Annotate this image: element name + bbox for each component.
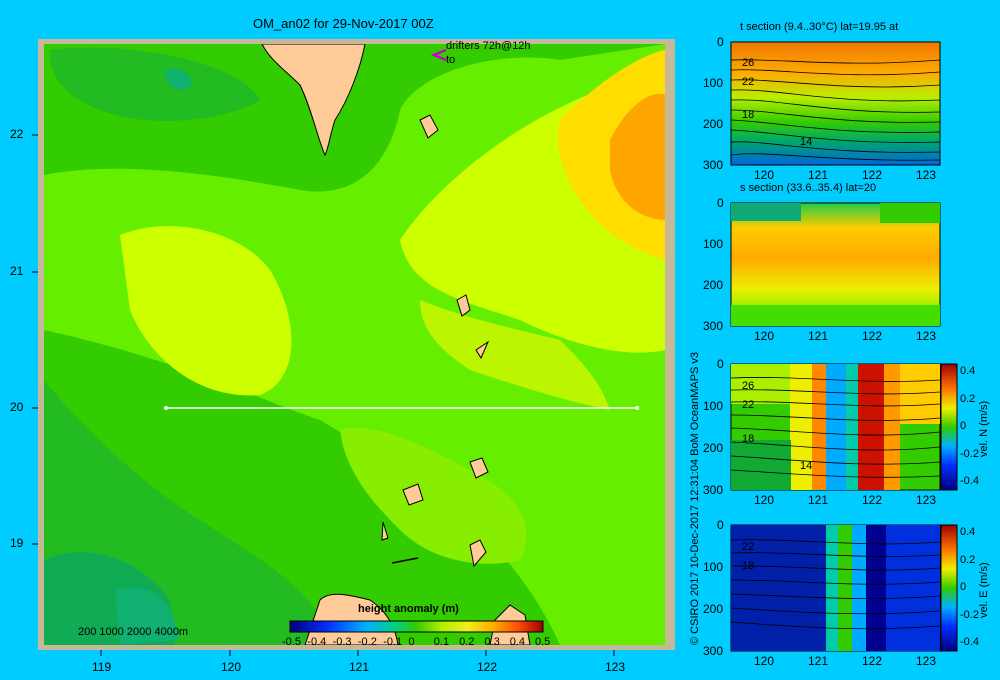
velocity-colorbar-tick-label: -0.2 [960, 608, 979, 621]
depth-tick-label: 200 [703, 441, 724, 455]
contour-label: 26 [742, 57, 755, 70]
section-lon-tick-label: 123 [916, 493, 937, 507]
section-title: s section (33.6..35.4) lat=20 [740, 182, 877, 194]
contour-label: 18 [742, 559, 755, 572]
velocity-colorbar-tick-label: 0.4 [960, 526, 976, 538]
vel-n-colorbar [940, 363, 958, 491]
section-title: t section (9.4..30°C) lat=19.95 at [740, 21, 899, 33]
contour-label: 22 [742, 75, 755, 88]
section-lon-tick-label: 120 [754, 168, 775, 182]
section-lon-tick-label: 120 [754, 493, 775, 507]
section-lon-tick-label: 122 [862, 329, 883, 343]
velocity-colorbar-tick-label: 0.2 [960, 392, 976, 405]
depth-tick-label: 300 [703, 644, 724, 658]
section-lon-tick-label: 121 [808, 168, 829, 182]
depth-tick-label: 0 [717, 518, 724, 532]
velocity-colorbar-tick-label: -0.4 [960, 636, 979, 648]
section-lon-tick-label: 120 [754, 654, 775, 668]
depth-tick-label: 0 [717, 35, 724, 49]
section-lon-tick-label: 120 [754, 329, 775, 343]
section-lon-tick-label: 123 [916, 329, 937, 343]
depth-tick-label: 300 [703, 158, 724, 172]
contour-label: 26 [742, 379, 755, 392]
section-lon-tick-label: 121 [808, 493, 829, 507]
depth-tick-label: 200 [703, 602, 724, 616]
velocity-colorbar-label: vel. N (m/s) [978, 400, 990, 457]
depth-tick-label: 0 [717, 357, 724, 371]
temperature-section-plot [730, 41, 941, 166]
east-velocity-section-plot [730, 524, 941, 652]
depth-tick-label: 100 [703, 399, 724, 413]
depth-tick-label: 100 [703, 237, 724, 251]
section-lon-tick-label: 123 [916, 168, 937, 182]
section-lon-tick-label: 121 [808, 654, 829, 668]
section-lon-tick-label: 121 [808, 329, 829, 343]
velocity-colorbar-tick-label: -0.2 [960, 447, 979, 460]
velocity-colorbar-label: vel. E (m/s) [978, 562, 990, 618]
contour-label: 18 [742, 108, 755, 121]
velocity-colorbar-tick-label: 0 [960, 581, 967, 593]
section-lon-tick-label: 123 [916, 654, 937, 668]
section-panels [730, 41, 958, 652]
depth-tick-label: 300 [703, 483, 724, 497]
depth-tick-label: 100 [703, 560, 724, 574]
contour-label: 14 [800, 135, 813, 148]
contour-label: 14 [800, 460, 813, 473]
depth-tick-label: 100 [703, 76, 724, 90]
depth-tick-label: 300 [703, 319, 724, 333]
contour-label: 22 [742, 540, 755, 553]
depth-tick-label: 200 [703, 117, 724, 131]
velocity-colorbar-tick-label: -0.4 [960, 475, 979, 487]
velocity-colorbar-tick-label: 0 [960, 420, 967, 432]
section-lon-tick-label: 122 [862, 168, 883, 182]
section-lon-tick-label: 122 [862, 654, 883, 668]
section-lon-tick-label: 122 [862, 493, 883, 507]
depth-tick-label: 200 [703, 278, 724, 292]
contour-label: 18 [742, 432, 755, 445]
velocity-colorbar-tick-label: 0.2 [960, 553, 976, 566]
velocity-colorbar-tick-label: 0.4 [960, 365, 976, 377]
vel-e-colorbar [940, 524, 958, 652]
contour-label: 22 [742, 398, 755, 411]
depth-tick-label: 0 [717, 196, 724, 210]
salinity-section-plot [730, 202, 941, 327]
north-velocity-section-plot [730, 363, 941, 491]
